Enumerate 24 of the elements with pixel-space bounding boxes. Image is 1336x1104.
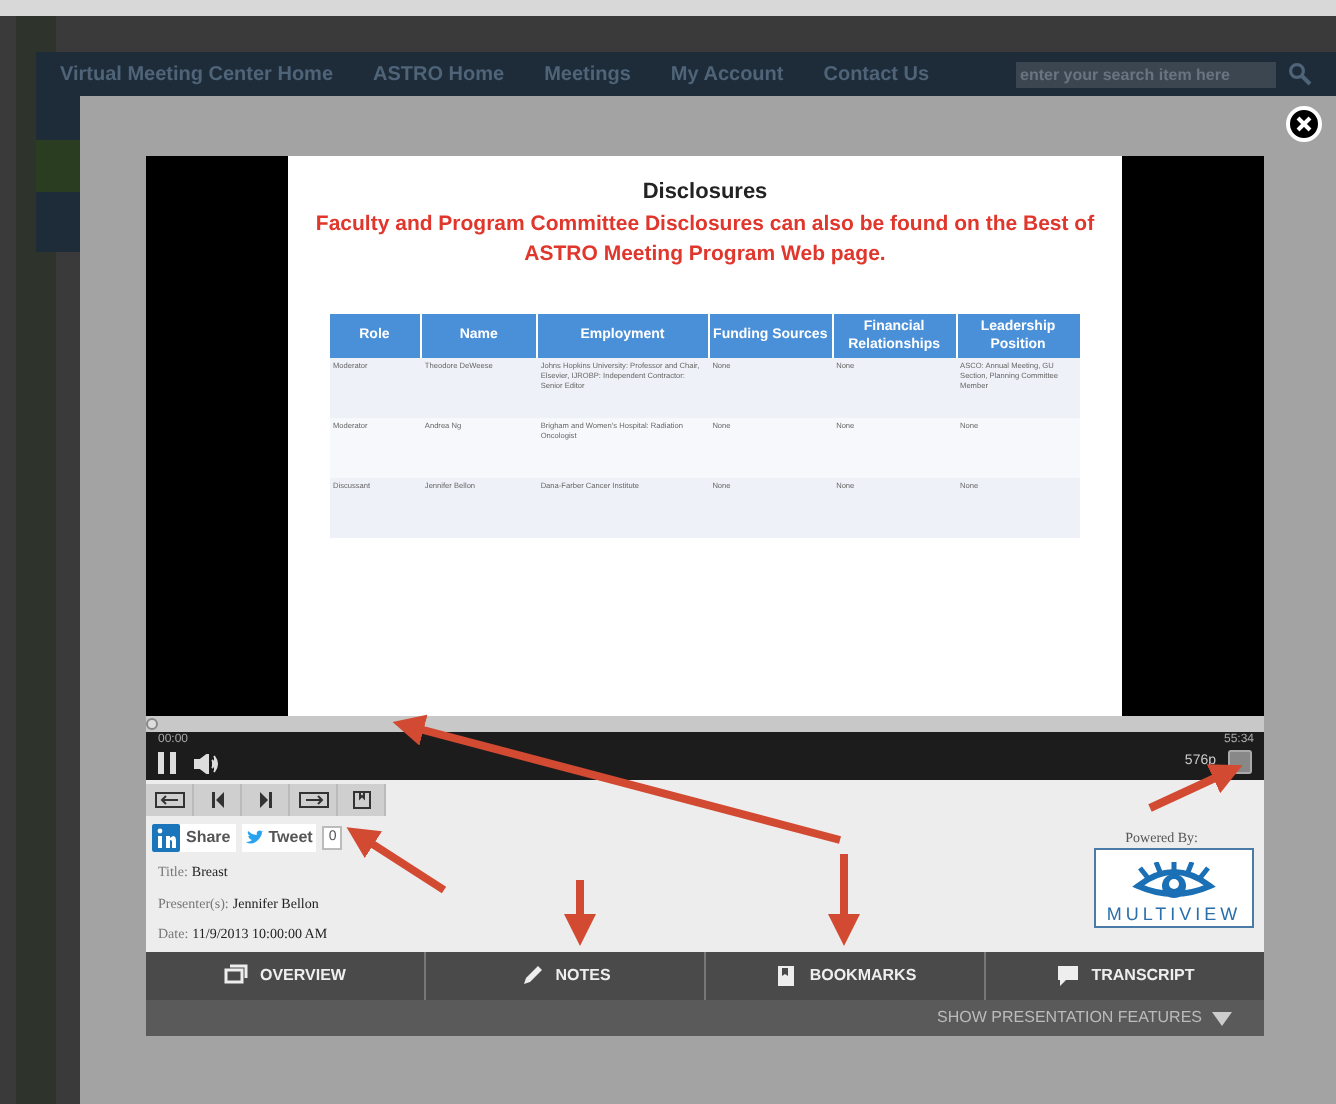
show-features-toggle[interactable]: SHOW PRESENTATION FEATURES [937,1006,1232,1030]
pause-icon[interactable] [158,752,176,774]
annotation-arrow [828,854,860,946]
bookmark-icon [773,964,798,988]
annotation-arrow [564,880,596,946]
caret-icon [1212,1011,1232,1025]
linkedin-icon [152,824,180,852]
windows-icon [224,964,248,988]
progress-thumb[interactable] [146,718,158,730]
fast-forward-icon [297,790,329,810]
speech-bubble-icon [1055,964,1080,988]
slide-title: Disclosures [642,178,768,208]
volume-icon[interactable] [194,754,220,774]
multiview-logo: MULTIVIEW [1094,848,1254,928]
slide-subtitle: Faculty and Program Committee Disclosures can also be found on the Best of ASTRO Meeting Program Web page. [313,209,1097,269]
annotation-arrow [1148,764,1243,812]
rewind-icon [153,790,185,810]
progress-track[interactable] [146,716,1264,732]
linkedin-share-button[interactable]: Share [152,824,237,852]
pencil-icon [519,964,544,988]
close-icon [1296,116,1312,132]
tab[interactable]: TRANSCRIPT [986,952,1264,1000]
bird-icon [246,830,265,846]
tweet-button[interactable]: Tweet [242,824,317,852]
